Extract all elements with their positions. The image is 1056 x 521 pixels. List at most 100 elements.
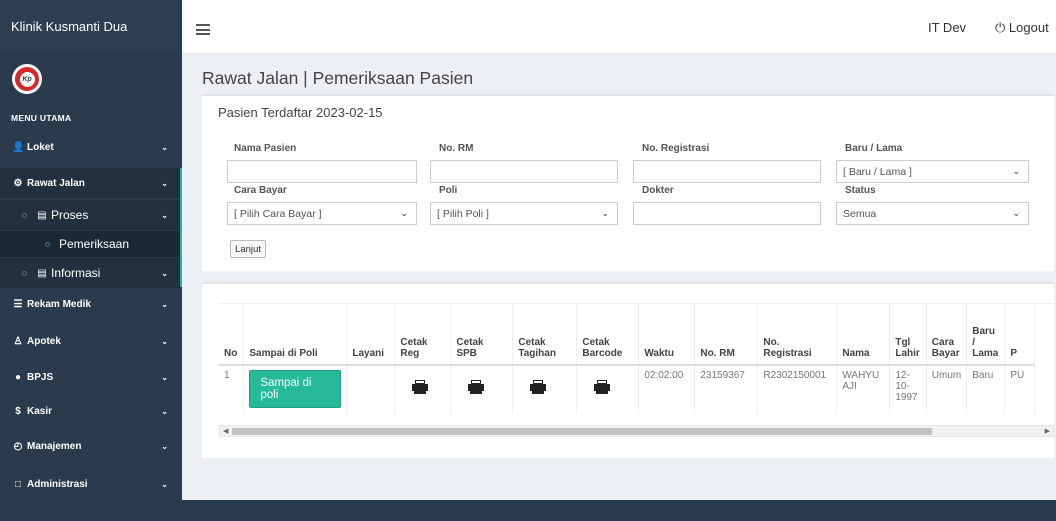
chevron-down-icon: ⌄ — [161, 372, 168, 382]
status-select[interactable]: Semua ⌄ — [836, 202, 1029, 225]
sidebar-item-label: Rekam Medik — [27, 298, 91, 310]
sidebar-item-kasir[interactable]: $ Kasir ⌄ — [0, 400, 182, 422]
sidebar-item-rekam-medik[interactable]: ☰ Rekam Medik ⌄ — [0, 293, 182, 315]
col-cetak-spb: Cetak SPB — [450, 304, 514, 366]
cell-cetak-barcode — [576, 365, 640, 413]
page-title: Rawat Jalan | Pemeriksaan Pasien — [202, 68, 474, 88]
box-title: Pasien Terdaftar 2023-02-15 — [218, 105, 383, 120]
top-navbar: IT Dev ⏻ Logout — [182, 0, 1056, 54]
chevron-down-icon: ⌄ — [601, 208, 609, 218]
col-no: No — [219, 304, 245, 366]
sidebar-item-informasi[interactable]: ▤ Informasi ⌄ — [0, 258, 182, 288]
bed-icon: ▤ — [37, 209, 47, 221]
col-baru-lama: Baru / Lama — [966, 304, 1006, 366]
cell-no-registrasi: R2302150001 — [757, 365, 838, 413]
dollar-icon: $ — [15, 405, 21, 417]
no-rm-input[interactable] — [430, 160, 618, 183]
footer-bar — [0, 500, 1056, 521]
brand-title[interactable]: Klinik Kusmanti Dua — [0, 0, 182, 54]
menu-toggle-icon[interactable] — [196, 24, 210, 35]
lanjut-button[interactable]: Lanjut — [230, 240, 266, 258]
sidebar-item-label: Manajemen — [27, 440, 82, 452]
cell-no-rm: 23159367 — [694, 365, 759, 413]
sidebar-item-label: Loket — [27, 141, 54, 153]
sidebar-item-apotek[interactable]: ♙ Apotek ⌄ — [0, 330, 182, 352]
chevron-down-icon: ⌄ — [1012, 208, 1020, 218]
baru-lama-label: Baru / Lama — [845, 143, 903, 154]
cell-sampai: Sampai di poli — [243, 365, 348, 413]
bullet-icon — [22, 270, 27, 276]
sidebar-item-manajemen[interactable]: ◴ Manajemen ⌄ — [0, 435, 182, 457]
sidebar-item-proses[interactable]: ▤ Proses ⌄ — [0, 200, 182, 230]
cell-no: 1 — [219, 365, 245, 413]
cara-bayar-select[interactable]: [ Pilih Cara Bayar ] ⌄ — [227, 202, 417, 225]
printer-icon[interactable] — [468, 380, 485, 394]
sidebar-item-administrasi[interactable]: □ Administrasi ⌄ — [0, 473, 182, 495]
cell-cara-bayar: Umum — [926, 365, 968, 413]
patient-table-box: No Sampai di Poli Layani Cetak Reg Cetak… — [202, 282, 1054, 458]
col-nama: Nama — [836, 304, 891, 366]
square-icon: □ — [14, 478, 22, 490]
scroll-thumb[interactable] — [232, 428, 932, 435]
poli-label: Poli — [439, 185, 458, 196]
chevron-down-icon: ⌄ — [161, 406, 168, 416]
col-waktu: Waktu — [638, 304, 696, 366]
col-layani: Layani — [346, 304, 396, 366]
sidebar-item-bpjs[interactable]: ● BPJS ⌄ — [0, 366, 182, 388]
col-tgl-lahir: Tgl Lahir — [889, 304, 927, 366]
nama-pasien-input[interactable] — [227, 160, 417, 183]
sidebar-item-label: Administrasi — [27, 478, 88, 490]
person-icon: ♙ — [13, 335, 23, 347]
status-value: Semua — [843, 207, 877, 220]
scroll-right-icon[interactable]: ▶ — [1045, 426, 1050, 437]
nama-pasien-label: Nama Pasien — [234, 143, 297, 154]
gear-icon: ⚙ — [13, 177, 23, 189]
power-icon: ⏻ — [995, 20, 1006, 35]
sidebar-item-label: Pemeriksaan — [59, 237, 130, 251]
col-sampai: Sampai di Poli — [243, 304, 348, 366]
cell-baru-lama: Baru — [966, 365, 1006, 413]
logout-button[interactable]: ⏻ Logout — [995, 20, 1049, 36]
sidebar-item-rawat-jalan[interactable]: ⚙ Rawat Jalan ⌄ — [0, 168, 182, 198]
cell-nama: WAHYU AJI — [836, 365, 891, 413]
chevron-down-icon: ⌄ — [161, 210, 168, 220]
sidebar-item-pemeriksaan[interactable]: Pemeriksaan — [0, 231, 182, 257]
list-icon: ▤ — [37, 267, 47, 279]
no-registrasi-input[interactable] — [633, 160, 821, 183]
baru-lama-select[interactable]: [ Baru / Lama ] ⌄ — [836, 160, 1029, 183]
dokter-input[interactable] — [633, 202, 821, 225]
cell-poli: PU — [1004, 365, 1036, 413]
sidebar-item-label: Informasi — [51, 266, 101, 280]
chevron-down-icon: ⌄ — [161, 142, 168, 152]
poli-value: [ Pilih Poli ] — [437, 207, 489, 220]
horizontal-scrollbar[interactable]: ◀ ▶ — [219, 425, 1054, 437]
user-name[interactable]: IT Dev — [928, 20, 966, 35]
scroll-left-icon[interactable]: ◀ — [223, 426, 228, 437]
chevron-down-icon: ⌄ — [1012, 166, 1020, 176]
col-poli: P — [1004, 304, 1036, 366]
clinic-logo: Kp — [12, 64, 42, 94]
table-row: 1 Sampai di poli 02:02:00 23159367 R2302… — [219, 365, 1036, 413]
table-header-row: No Sampai di Poli Layani Cetak Reg Cetak… — [219, 304, 1036, 366]
filter-box: Pasien Terdaftar 2023-02-15 Nama Pasien … — [202, 94, 1054, 271]
table-scroll-area: No Sampai di Poli Layani Cetak Reg Cetak… — [219, 303, 1054, 413]
sidebar-item-loket[interactable]: 👤 Loket ⌄ — [0, 136, 182, 158]
chevron-down-icon: ⌄ — [161, 268, 168, 278]
user-icon: 👤 — [12, 141, 25, 153]
sampai-di-poli-button[interactable]: Sampai di poli — [249, 370, 342, 408]
printer-icon[interactable] — [594, 380, 611, 394]
cell-tgl-lahir: 12-10-1997 — [889, 365, 927, 413]
chevron-down-icon: ⌄ — [400, 208, 408, 218]
patient-table: No Sampai di Poli Layani Cetak Reg Cetak… — [219, 304, 1036, 413]
poli-select[interactable]: [ Pilih Poli ] ⌄ — [430, 202, 618, 225]
printer-icon[interactable] — [412, 380, 429, 394]
chevron-down-icon: ⌄ — [161, 441, 168, 451]
sidebar-item-label: Proses — [51, 208, 89, 222]
printer-icon[interactable] — [530, 380, 547, 394]
dokter-label: Dokter — [642, 185, 674, 196]
chevron-down-icon: ⌄ — [161, 299, 168, 309]
col-cetak-tagihan: Cetak Tagihan — [512, 304, 578, 366]
bulb-icon: ● — [14, 371, 22, 383]
sidebar-item-label: Apotek — [27, 335, 61, 347]
col-cara-bayar: Cara Bayar — [926, 304, 968, 366]
